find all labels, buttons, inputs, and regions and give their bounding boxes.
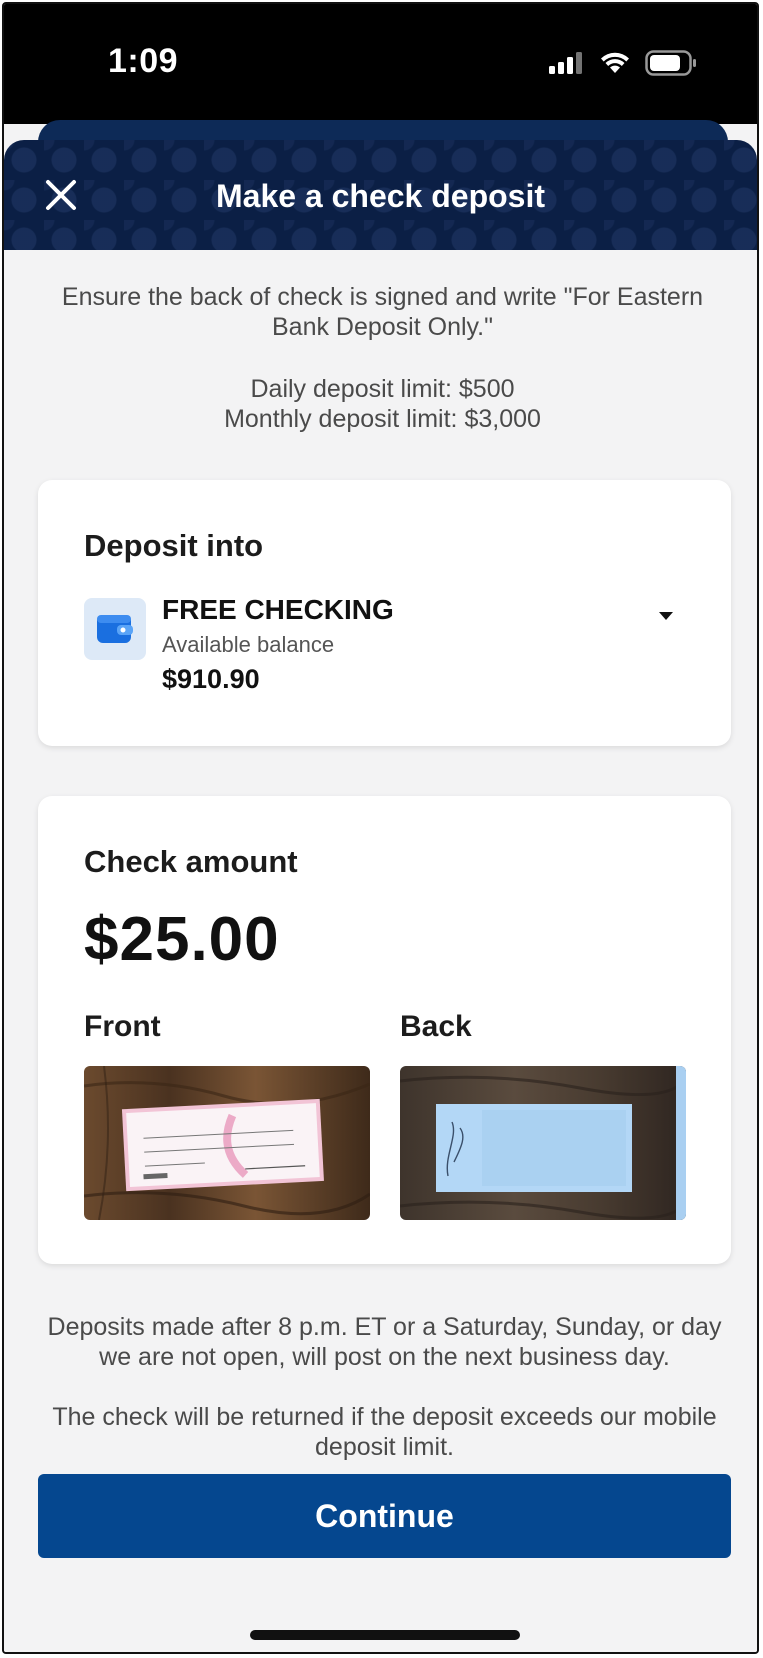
posting-time-note: Deposits made after 8 p.m. ET or a Satur… xyxy=(47,1313,722,1371)
check-back-image[interactable] xyxy=(400,1066,686,1220)
status-icons xyxy=(549,50,697,76)
check-amount-heading: Check amount xyxy=(84,844,298,879)
account-name: FREE CHECKING xyxy=(162,594,394,625)
available-balance: $910.90 xyxy=(162,664,260,694)
cellular-signal-icon xyxy=(549,52,582,74)
front-label: Front xyxy=(84,1010,161,1043)
battery-icon xyxy=(645,50,696,76)
back-label: Back xyxy=(400,1010,472,1043)
endorsement-instruction: Ensure the back of check is signed and w… xyxy=(61,283,704,341)
wallet-icon xyxy=(84,598,146,660)
account-dropdown-caret-icon[interactable] xyxy=(659,612,673,620)
wifi-icon xyxy=(601,52,629,73)
main-content: Ensure the back of check is signed and w… xyxy=(4,250,757,1652)
home-indicator[interactable] xyxy=(250,1630,520,1640)
app-header: Make a check deposit xyxy=(4,140,757,250)
phone-screen: 1:09 Make a check deposit Ensure the bac… xyxy=(2,2,759,1654)
check-front-image[interactable] xyxy=(84,1066,370,1220)
page-title: Make a check deposit xyxy=(215,178,546,214)
deposit-into-heading: Deposit into xyxy=(84,528,264,563)
check-amount[interactable]: $25.00 xyxy=(84,904,280,975)
available-balance-label: Available balance xyxy=(162,632,335,657)
daily-limit-text: Daily deposit limit: $500 xyxy=(250,375,515,403)
deposit-limits: Daily deposit limit: $500 Monthly deposi… xyxy=(44,374,721,434)
status-time: 1:09 xyxy=(108,42,179,80)
monthly-limit-text: Monthly deposit limit: $3,000 xyxy=(224,405,541,433)
status-bar: 1:09 xyxy=(4,4,757,124)
check-details-card: Check amount $25.00 Front Back xyxy=(38,796,731,1264)
continue-button[interactable]: Continue xyxy=(38,1474,731,1558)
deposit-limit-note: The check will be returned if the deposi… xyxy=(52,1403,717,1461)
deposit-account-card: Deposit into FREE CHECKING Available bal… xyxy=(38,480,731,746)
